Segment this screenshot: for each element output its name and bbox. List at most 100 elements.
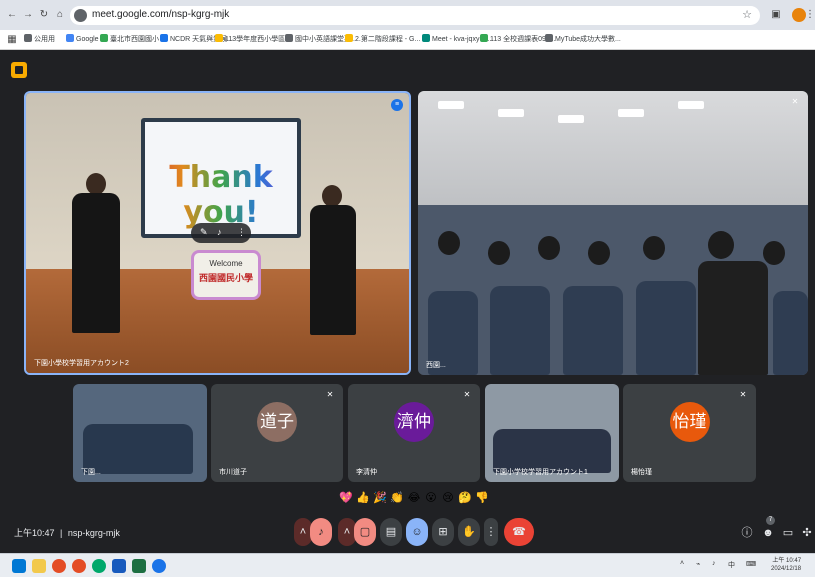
more-options-icon[interactable]: ⋮ [237, 227, 246, 238]
reaction-emoji-button[interactable]: 😢 [440, 490, 456, 506]
excel-icon[interactable] [132, 559, 146, 573]
reaction-emoji-button[interactable]: 👏 [389, 490, 405, 506]
os-taskbar: ˄ ⌁ ♪ 中 ⌨ 上午 10:47 2024/12/18 [0, 553, 815, 577]
camera-off-button[interactable]: ▢ [354, 518, 376, 546]
chrome-icon[interactable] [72, 559, 86, 573]
chrome-icon[interactable] [52, 559, 66, 573]
bookmark-item[interactable]: 113學年度西小學區... [215, 34, 291, 44]
bookmarks-bar: ▦ 公用用 Google 臺北市西園國小 NCDR 天氣與氣候... 113學年度西小學… [0, 30, 815, 50]
auditorium-ceiling [418, 91, 808, 205]
more-options-button[interactable]: ⋮ [484, 518, 498, 546]
reaction-emoji-button[interactable]: 😮 [423, 490, 439, 506]
network-icon[interactable]: ⌁ [696, 560, 700, 568]
reaction-emoji-button[interactable]: 🎉 [372, 490, 388, 506]
mic-off-icon: ✕ [326, 390, 334, 399]
bookmark-star-icon[interactable]: ☆ [742, 8, 752, 21]
url-text[interactable]: meet.google.com/nsp-kgrg-mjk [92, 9, 229, 20]
bookmark-favicon-icon [545, 34, 553, 42]
bookmark-favicon-icon [285, 34, 293, 42]
reload-icon[interactable]: ↻ [38, 9, 50, 21]
tile-label: 楊怡瑾 [631, 469, 652, 476]
video-tile-main-right[interactable]: ✕ 西園... [418, 91, 808, 375]
activities-icon[interactable]: ✣ [800, 526, 814, 540]
mic-off-button[interactable]: ♪ [310, 518, 332, 546]
mic-off-icon: ✕ [739, 390, 747, 399]
audience-member [708, 231, 734, 259]
bookmark-favicon-icon [345, 34, 353, 42]
meeting-details-icon[interactable]: ⓘ [740, 526, 754, 540]
apps-icon[interactable]: ▦ [6, 34, 18, 46]
bookmark-label: 臺北市西園國小 [110, 36, 159, 43]
tile-label: 下園小学校学習用アカウント1 [493, 469, 588, 476]
site-info-icon[interactable] [74, 9, 87, 22]
pin-icon[interactable]: ✎ [200, 227, 208, 238]
back-icon[interactable]: ← [6, 9, 18, 21]
reaction-emoji-button[interactable]: 💖 [338, 490, 354, 506]
bookmark-label: 2.第二階段課程 - G... [355, 36, 421, 43]
forward-icon[interactable]: → [22, 9, 34, 21]
meet-area: Thank you! ✎ ♪ ⋮ Welcome 西園國民小學 ≡ 下園小學校学… [0, 50, 815, 553]
chat-icon[interactable]: ▭ [781, 526, 795, 540]
edge-icon[interactable] [152, 559, 166, 573]
audience-member [538, 236, 560, 260]
meeting-time-code: 上午10:47 | nsp-kgrg-mjk [14, 526, 120, 539]
profile-avatar[interactable] [792, 8, 806, 22]
line-icon[interactable] [92, 559, 106, 573]
bookmark-item[interactable]: Google [66, 34, 99, 43]
ceiling-light [618, 109, 644, 117]
student-figure [310, 205, 356, 335]
address-bar[interactable]: meet.google.com/nsp-kgrg-mjk ☆ [70, 6, 760, 25]
tile-label: 下園... [81, 469, 101, 476]
bookmark-label: 公用用 [34, 36, 55, 43]
audience-member [438, 231, 460, 255]
video-tile-small-2[interactable]: ✕ 道子 市川道子 [211, 384, 343, 482]
word-icon[interactable] [112, 559, 126, 573]
menu-icon[interactable]: ⋮ [805, 9, 815, 21]
participants-count-badge: 7 [766, 516, 775, 525]
video-tile-main-left[interactable]: Thank you! ✎ ♪ ⋮ Welcome 西園國民小學 ≡ 下園小學校学… [24, 91, 411, 375]
present-screen-button[interactable]: ⊞ [432, 518, 454, 546]
bookmark-favicon-icon [66, 34, 74, 42]
meet-info-icon[interactable] [11, 62, 27, 78]
auditorium-seat [490, 286, 550, 375]
bookmark-favicon-icon [160, 34, 168, 42]
file-explorer-icon[interactable] [32, 559, 46, 573]
video-tile-small-5[interactable]: ✕ 怡瑾 楊怡瑾 [623, 384, 756, 482]
reaction-emoji-button[interactable]: 🤔 [457, 490, 473, 506]
input-method-icon[interactable]: 中 [728, 560, 735, 570]
speaking-indicator-icon: ≡ [391, 99, 403, 111]
extensions-icon[interactable]: ▣ [770, 9, 782, 21]
start-icon[interactable] [12, 559, 26, 573]
reaction-emoji-button[interactable]: 😂 [406, 490, 422, 506]
projector-screen: Thank you! [141, 118, 301, 238]
bookmark-item[interactable]: 公用用 [24, 34, 55, 44]
mute-icon[interactable]: ♪ [217, 227, 222, 237]
video-tile-small-1[interactable]: 下園... [73, 384, 207, 482]
emoji-reactions-button[interactable]: ☺ [406, 518, 428, 546]
participant-avatar: 濟仲 [394, 402, 434, 442]
system-clock[interactable]: 上午 10:47 2024/12/18 [771, 557, 801, 573]
video-tile-small-3[interactable]: ✕ 濟仲 李清仲 [348, 384, 480, 482]
captions-button[interactable]: ▤ [380, 518, 402, 546]
leave-call-button[interactable]: ☎ [504, 518, 534, 546]
bookmark-favicon-icon [215, 34, 223, 42]
volume-icon[interactable]: ♪ [712, 560, 716, 567]
home-icon[interactable]: ⌂ [54, 9, 66, 21]
chevron-up-icon[interactable]: ˄ [680, 560, 684, 567]
mic-off-icon: ✕ [463, 390, 471, 399]
bookmark-favicon-icon [24, 34, 32, 42]
bookmark-item[interactable]: 臺北市西園國小 [100, 34, 159, 44]
people-icon[interactable]: ☻ [761, 526, 775, 540]
video-tile-small-4[interactable]: 下園小学校学習用アカウント1 [485, 384, 619, 482]
audience-member [488, 241, 510, 265]
bookmark-label: Google [76, 36, 99, 43]
raise-hand-button[interactable]: ✋ [458, 518, 480, 546]
adult-figure [698, 261, 768, 375]
welcome-sign: Welcome 西園國民小學 [191, 250, 261, 300]
tile-label: 下園小學校学習用アカウント2 [34, 360, 129, 367]
bookmark-item[interactable]: MyTube成功大學數... [545, 34, 621, 44]
keyboard-icon[interactable]: ⌨ [746, 560, 756, 568]
bookmark-item[interactable]: 2.第二階段課程 - G... [345, 34, 420, 44]
reaction-emoji-button[interactable]: 👍 [355, 490, 371, 506]
reaction-emoji-button[interactable]: 👎 [474, 490, 490, 506]
